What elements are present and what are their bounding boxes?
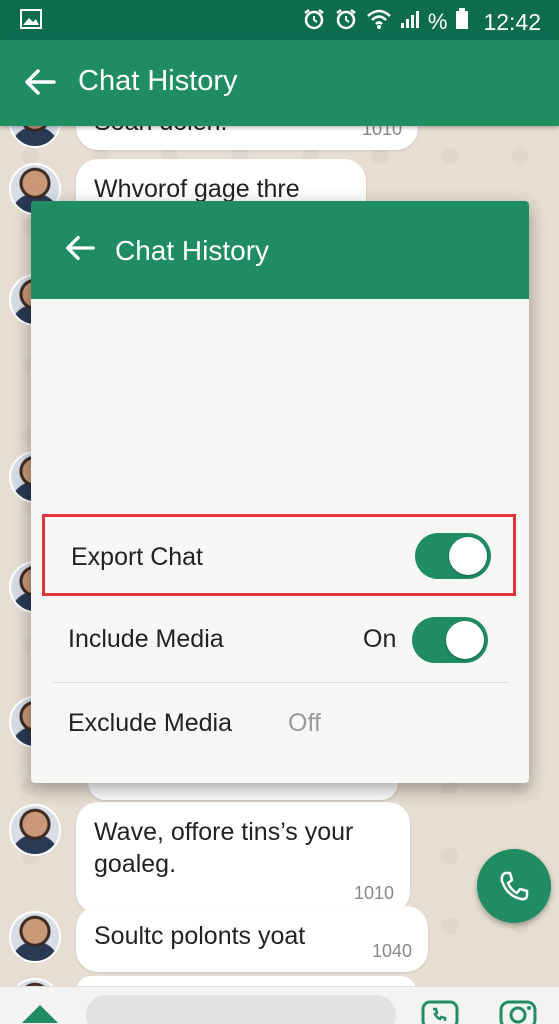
message-meta: 1010 (361, 126, 402, 139)
message-text: Soan dolen. (94, 126, 227, 138)
toggle-knob (449, 537, 487, 575)
dialog-header: Chat History (31, 201, 529, 299)
battery-percent-label: % (427, 9, 448, 34)
call-fab[interactable] (477, 849, 551, 923)
message-bubble[interactable]: Soan dolen. 1010 (76, 126, 418, 150)
phone-icon (500, 871, 529, 901)
avatar[interactable] (9, 911, 61, 963)
signal-icon (400, 9, 420, 35)
message-text: Wave, offore tins’s your goaleg. (94, 818, 354, 878)
message-input[interactable] (86, 995, 396, 1024)
exclude-media-state: Off (288, 709, 321, 737)
chat-history-dialog: Chat History Export Chat Include Media O… (31, 201, 529, 783)
export-chat-toggle[interactable] (415, 533, 491, 579)
message-meta: 1040 (371, 941, 412, 961)
message-bubble[interactable]: Wave, offore tins’s your goaleg. 1010 (76, 802, 410, 914)
message-bubble[interactable] (76, 976, 416, 986)
home-icon[interactable] (20, 1001, 60, 1024)
app-bar-title: Chat History (78, 65, 238, 97)
message-text: Soultc polonts yoat (94, 922, 306, 950)
alarm-icon (334, 7, 358, 37)
include-media-label: Include Media (68, 625, 224, 653)
alarm-icon (302, 7, 326, 37)
battery-icon (455, 8, 469, 36)
avatar[interactable] (9, 978, 61, 986)
status-time: 12:42 (483, 8, 541, 35)
dialog-title: Chat History (115, 235, 270, 266)
camera-icon[interactable] (498, 999, 538, 1024)
message-meta: 1010 (353, 883, 394, 903)
avatar[interactable] (9, 126, 61, 148)
call-icon[interactable] (420, 999, 460, 1024)
include-media-toggle[interactable] (412, 617, 488, 663)
wifi-icon (366, 8, 392, 36)
message-bubble[interactable]: Soultc polonts yoat 1040 (76, 906, 428, 972)
toggle-knob (446, 621, 484, 659)
app-bar: Chat History (0, 40, 559, 126)
bottom-bar (0, 986, 559, 1024)
avatar[interactable] (9, 804, 61, 856)
exclude-media-row[interactable]: Exclude Media Off (42, 683, 516, 765)
include-media-row[interactable]: Include Media On (42, 599, 516, 681)
exclude-media-label: Exclude Media (68, 709, 232, 737)
include-media-state: On (363, 625, 397, 653)
image-icon (20, 9, 42, 34)
back-arrow-icon[interactable] (22, 64, 62, 104)
back-arrow-icon[interactable] (63, 231, 99, 267)
status-bar: % 12:42 (0, 0, 559, 40)
export-chat-row[interactable]: Export Chat (42, 514, 516, 596)
export-chat-label: Export Chat (71, 543, 204, 571)
